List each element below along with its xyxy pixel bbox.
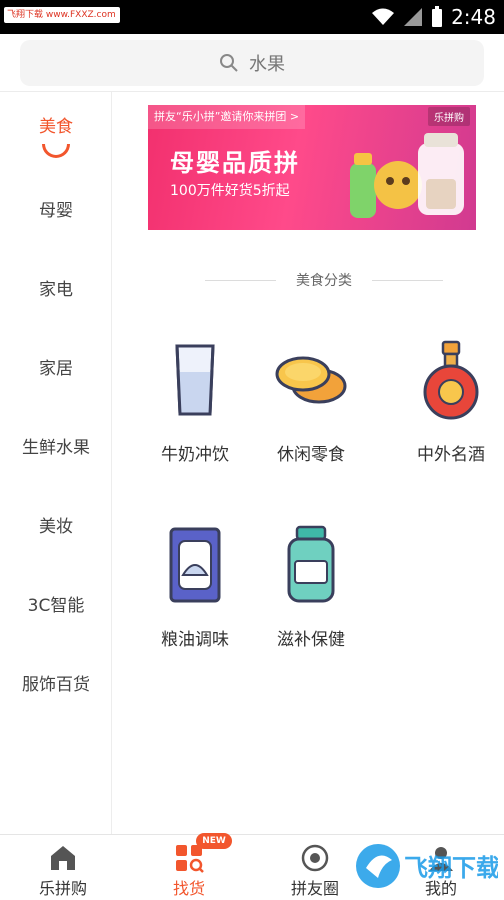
category-milk[interactable]: 牛奶冲饮 [140, 340, 250, 465]
battery-icon [432, 6, 443, 27]
sidebar-item-label: 母婴 [39, 201, 73, 221]
snack-icon [275, 356, 347, 404]
sidebar-item-label: 家电 [39, 280, 73, 300]
search-icon [220, 54, 238, 72]
status-icons: 2:48 [371, 0, 496, 34]
category-snacks[interactable]: 休闲零食 [256, 340, 366, 465]
banner-subtitle: 100万件好货5折起 [170, 183, 290, 199]
banner-invite-text: 拼友“乐小拼”邀请你来拼团 > [148, 105, 306, 129]
divider [372, 279, 443, 281]
promo-banner[interactable]: 拼友“乐小拼”邀请你来拼团 > 乐拼购 母婴品质拼 100万件好货5折起 [148, 105, 476, 230]
divider [205, 279, 276, 281]
search-input[interactable]: 水果 [20, 40, 484, 86]
sidebar-item-beauty[interactable]: 美妆 [0, 497, 112, 557]
signal-icon [404, 8, 423, 26]
sidebar-item-label: 服饰百货 [22, 675, 90, 695]
liquor-bottle-icon [423, 340, 479, 420]
search-placeholder: 水果 [249, 54, 285, 75]
banner-title: 母婴品质拼 [170, 149, 300, 177]
tab-home[interactable]: 乐拼购 [0, 835, 126, 900]
clock: 2:48 [451, 5, 496, 29]
sidebar-item-label: 家居 [39, 359, 73, 379]
grain-bag-icon [169, 527, 221, 603]
sidebar-item-appliances[interactable]: 家电 [0, 260, 112, 320]
category-label: 中外名酒 [417, 445, 485, 465]
section-header: 美食分类 [205, 270, 443, 290]
category-label: 休闲零食 [277, 445, 345, 465]
active-indicator [42, 144, 70, 158]
wifi-icon [372, 8, 395, 25]
category-sidebar: 美食 母婴 家电 家居 生鲜水果 美妆 3C智能 服饰百货 [0, 92, 112, 834]
sidebar-item-fresh[interactable]: 生鲜水果 [0, 418, 112, 478]
watermark-logo-text: 飞翔下载 [404, 854, 498, 882]
baby-products-image [350, 133, 464, 218]
supplement-bottle-icon [287, 525, 335, 603]
sidebar-item-label: 生鲜水果 [22, 438, 90, 458]
sidebar-item-label: 3C智能 [27, 596, 85, 616]
category-liquor[interactable]: 中外名酒 [396, 340, 504, 465]
circle-icon [301, 844, 329, 872]
category-label: 滋补保健 [277, 630, 345, 650]
category-label: 牛奶冲饮 [161, 445, 229, 465]
tab-find[interactable]: 找货 [126, 835, 252, 900]
sidebar-item-3c[interactable]: 3C智能 [0, 576, 112, 636]
new-badge: NEW [196, 833, 232, 849]
status-bar: 飞翔下载 www.FXXZ.com 2:48 [0, 0, 504, 34]
sidebar-item-apparel[interactable]: 服饰百货 [0, 655, 112, 715]
watermark-text: 飞翔下载 www.FXXZ.com [4, 7, 120, 23]
category-grain[interactable]: 粮油调味 [140, 525, 250, 650]
category-supplements[interactable]: 滋补保健 [256, 525, 366, 650]
section-title: 美食分类 [296, 273, 352, 289]
watermark-logo: 飞翔下载 [356, 844, 498, 888]
sidebar-item-label: 美妆 [39, 517, 73, 537]
milk-glass-icon [175, 344, 215, 416]
tab-label: 找货 [172, 879, 205, 898]
home-icon [51, 846, 75, 870]
search-bar: 水果 [0, 34, 504, 92]
sidebar-item-home[interactable]: 家居 [0, 339, 112, 399]
category-label: 粮油调味 [161, 630, 229, 650]
sidebar-item-baby[interactable]: 母婴 [0, 181, 112, 241]
tab-label: 乐拼购 [38, 879, 87, 898]
sidebar-item-food[interactable]: 美食 [0, 102, 112, 162]
